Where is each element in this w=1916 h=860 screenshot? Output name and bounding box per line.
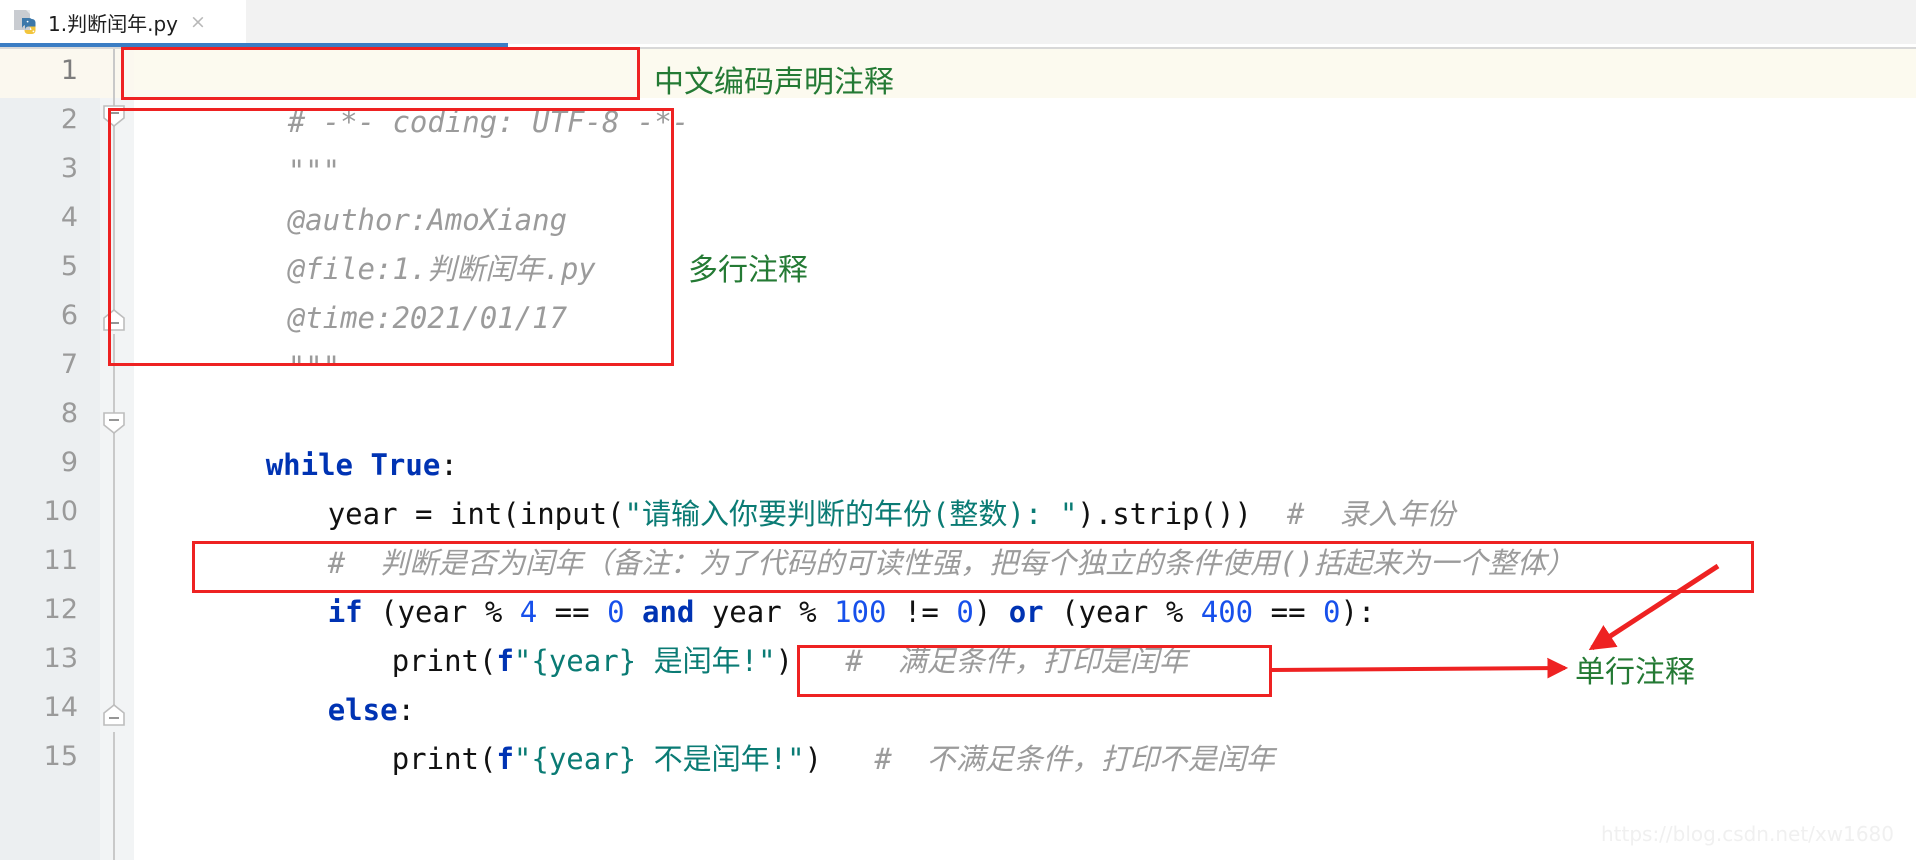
code-line-13[interactable]: else: — [188, 637, 415, 727]
fstring-prefix-12: f — [496, 644, 514, 678]
fstring-open-12: "{year} — [513, 644, 654, 678]
pycharm-editor-window: 1.判断闰年.py × 1 2 3 4 5 6 7 8 9 10 11 12 1… — [0, 0, 1916, 860]
fstring-text-14: 不是闰年!" — [653, 742, 805, 776]
code-line-7[interactable] — [148, 343, 288, 392]
print-call-14: print( — [391, 742, 497, 776]
code-line-12[interactable]: print(f"{year} 是闰年!") # 满足条件，打印是闰年 — [252, 588, 1188, 678]
code-line-8[interactable]: while True: — [126, 392, 458, 482]
watermark-text: https://blog.csdn.net/xw1680 — [1600, 822, 1894, 846]
code-line-10[interactable]: # 判断是否为闰年（备注：为了代码的可读性强，把每个独立的条件使用()括起来为一… — [188, 490, 1575, 580]
code-line-11[interactable]: if (year % 4 == 0 and year % 100 != 0) o… — [188, 539, 1376, 629]
print-close-12: ) — [775, 644, 793, 678]
code-line-15[interactable] — [148, 735, 288, 784]
fstring-text-12: 是闰年!" — [653, 644, 776, 678]
code-line-14[interactable]: print(f"{year} 不是闰年!") # 不满足条件，打印不是闰年 — [252, 686, 1275, 776]
code-line-3[interactable]: @author:AmoXiang — [148, 147, 567, 237]
editor-tab-active[interactable]: 1.判断闰年.py × — [0, 0, 246, 44]
fstring-prefix-14: f — [496, 742, 514, 776]
inline-comment-12: # 满足条件，打印是闰年 — [845, 644, 1188, 678]
code-line-2[interactable]: """ — [148, 98, 340, 188]
inline-comment-14: # 不满足条件，打印不是闰年 — [874, 742, 1275, 776]
encoding-comment: # -*- coding: UTF-8 -*- — [287, 105, 690, 139]
code-content[interactable]: # -*- coding: UTF-8 -*- """ @author:AmoX… — [0, 49, 1916, 860]
code-editor[interactable]: 1 2 3 4 5 6 7 8 9 10 11 12 13 14 15 # -*… — [0, 49, 1916, 860]
code-line-4[interactable]: @file:1.判断闰年.py — [148, 196, 596, 286]
annotation-label-encoding: 中文编码声明注释 — [654, 65, 894, 100]
tab-title: 1.判断闰年.py — [48, 11, 178, 36]
code-line-1[interactable]: # -*- coding: UTF-8 -*- — [148, 49, 690, 139]
number-0-c: 0 — [1323, 595, 1341, 629]
code-line-5[interactable]: @time:2021/01/17 — [148, 245, 567, 335]
number-400: 400 — [1200, 595, 1254, 629]
annotation-label-singleline: 单行注释 — [1575, 655, 1695, 690]
cond-part-7: == — [1253, 595, 1323, 629]
docstring-close: """ — [287, 350, 341, 384]
python-file-icon — [14, 8, 40, 36]
code-line-9[interactable]: year = int(input("请输入你要判断的年份(整数): ").str… — [188, 441, 1456, 531]
code-line-6[interactable]: """ — [148, 294, 340, 384]
close-icon[interactable]: × — [190, 12, 206, 32]
print-close-14: ) — [804, 742, 822, 776]
fstring-open-14: "{year} — [513, 742, 654, 776]
editor-tab-bar: 1.判断闰年.py × — [0, 0, 1916, 49]
annotation-label-multiline: 多行注释 — [688, 253, 808, 288]
cond-part-8: ): — [1340, 595, 1376, 629]
